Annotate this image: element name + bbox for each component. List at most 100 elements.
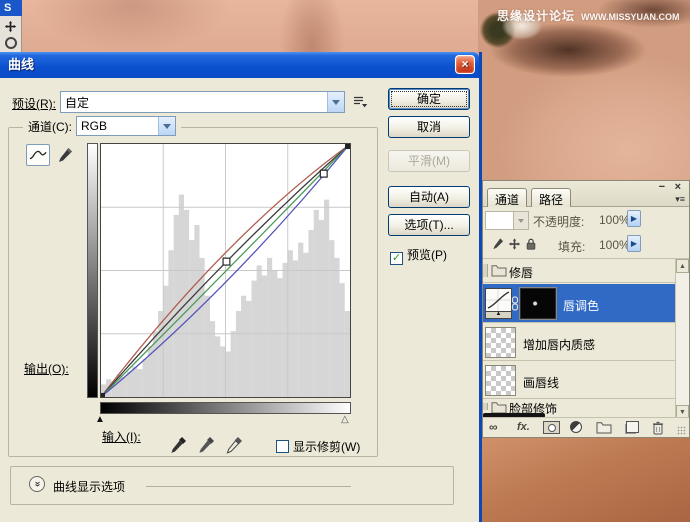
ok-button[interactable]: 确定 (388, 88, 470, 110)
gray-eyedropper-icon[interactable] (198, 436, 215, 456)
layers-scrollbar[interactable]: ▲ ▼ (675, 259, 689, 419)
cancel-button[interactable]: 取消 (388, 116, 470, 138)
fill-arrow-icon[interactable]: ▶ (627, 235, 641, 252)
edit-points-tool-button[interactable] (26, 144, 50, 166)
lock-brush-icon[interactable] (491, 237, 504, 251)
blend-mode-select[interactable] (485, 211, 529, 230)
preset-select[interactable]: 自定 (60, 91, 345, 113)
resize-grip[interactable] (677, 426, 686, 435)
watermark: 思缘设计论坛 WWW.MISSYUAN.COM (497, 7, 687, 24)
new-layer-icon[interactable] (626, 421, 639, 433)
tab-paths[interactable]: 路径 (531, 188, 571, 207)
mask-link-icon[interactable] (511, 296, 519, 311)
show-clipping-label: 显示修剪(W) (293, 440, 360, 454)
channel-legend: 通道(C): RGB (23, 116, 181, 136)
opacity-arrow-icon[interactable]: ▶ (627, 210, 641, 227)
layer-name: 修唇 (509, 264, 533, 281)
preset-label: 预设(R): (12, 95, 56, 112)
visibility-column-stub[interactable] (483, 264, 488, 278)
new-group-icon[interactable] (596, 421, 612, 434)
black-eyedropper-icon[interactable] (170, 436, 187, 456)
chevron-down-icon[interactable] (158, 117, 175, 135)
scroll-up-icon[interactable]: ▲ (676, 259, 689, 273)
preview-checkbox[interactable]: ✓ 预览(P) (390, 246, 447, 265)
visibility-column-stub[interactable] (483, 403, 488, 411)
preview-label: 预览(P) (407, 248, 447, 262)
show-clipping-checkbox-box[interactable] (276, 440, 289, 453)
photo-skin-top (22, 0, 478, 52)
layer-thumbnail-transparent[interactable] (485, 327, 516, 358)
fill-value[interactable]: 100% (599, 238, 630, 252)
lasso-tool-icon[interactable] (5, 37, 17, 49)
curve-grid[interactable] (100, 143, 351, 398)
preset-label-text: 预设(R): (12, 97, 56, 111)
app-logo: S (0, 0, 22, 16)
channel-label: 通道(C): (28, 118, 72, 135)
curves-adjustment-thumbnail[interactable]: ▲ (485, 288, 512, 319)
input-label-text: 输入(I): (102, 430, 141, 444)
new-adjustment-layer-icon[interactable] (570, 421, 582, 433)
photo-skin-bottom (482, 436, 690, 522)
layer-row[interactable]: 增加唇内质感 (483, 324, 675, 361)
chevron-down-icon[interactable] (513, 212, 528, 229)
show-clipping-checkbox[interactable]: 显示修剪(W) (276, 438, 360, 455)
white-point-slider[interactable]: △ (341, 415, 349, 425)
chevron-down-icon[interactable] (327, 92, 344, 112)
opacity-value[interactable]: 100% (599, 213, 630, 227)
layer-thumbnail-transparent[interactable] (485, 365, 516, 396)
close-icon[interactable]: × (455, 55, 475, 74)
link-layers-icon[interactable]: ∞ (489, 421, 498, 434)
toolbox-sliver (0, 16, 22, 52)
curve-plot (101, 144, 350, 397)
preset-options-icon[interactable] (353, 95, 369, 109)
lock-position-icon[interactable] (508, 237, 521, 251)
panel-header: − × 通道 路径 ▾≡ (483, 181, 689, 207)
channel-select[interactable]: RGB (76, 116, 176, 136)
panel-close-icon[interactable]: × (675, 182, 681, 193)
layer-name: 画唇线 (523, 374, 559, 391)
move-tool-icon[interactable] (4, 20, 17, 33)
output-label: 输出(O): (24, 360, 69, 377)
dialog-body: 预设(R): 自定 确定 取消 平滑(M) 自动(A) 选项(T)... ✓ 预览… (0, 78, 479, 522)
layer-list: 修唇 ▲ 唇调色 增加唇内质感 (483, 259, 689, 419)
layer-row-group[interactable]: 脸部修饰 (483, 400, 675, 413)
tab-channels[interactable]: 通道 (487, 188, 527, 207)
white-eyedropper-icon[interactable] (226, 436, 243, 456)
dialog-title: 曲线 (8, 57, 34, 72)
chevron-glyph: » (30, 481, 44, 487)
pencil-tool-icon[interactable] (56, 146, 74, 164)
watermark-site-name: 思缘设计论坛 (497, 7, 575, 24)
input-label: 输入(I): (102, 428, 141, 445)
layer-row[interactable]: 画唇线 (483, 362, 675, 399)
layer-row-group[interactable]: 修唇 (483, 259, 675, 283)
black-point-slider[interactable]: ▲ (95, 415, 105, 425)
preview-checkbox-box[interactable]: ✓ (390, 252, 403, 265)
layer-style-icon[interactable]: fx. (517, 421, 530, 434)
smooth-button: 平滑(M) (388, 150, 470, 172)
add-mask-icon[interactable] (543, 421, 560, 434)
curves-dialog: 曲线 × 预设(R): 自定 确定 取消 平滑(M) 自动(A) 选项(T)..… (0, 52, 482, 522)
preset-value: 自定 (61, 94, 327, 111)
output-label-text: 输出(O): (24, 362, 69, 376)
panel-minimize-icon[interactable]: − (659, 182, 665, 193)
dialog-titlebar[interactable]: 曲线 × (0, 52, 479, 78)
lock-fill-row: 填充: 100% ▶ (483, 233, 689, 259)
lock-all-icon[interactable] (525, 237, 537, 251)
options-button[interactable]: 选项(T)... (388, 214, 470, 236)
input-gradient-bar (100, 402, 351, 414)
expand-chevron-icon[interactable]: » (29, 476, 45, 492)
output-gradient-bar (87, 143, 98, 398)
photo-eye-closeup (478, 0, 690, 182)
layer-mask-thumbnail[interactable] (519, 287, 557, 320)
fill-label: 填充: (558, 238, 585, 255)
layer-name: 增加唇内质感 (523, 336, 595, 353)
channel-value: RGB (77, 119, 158, 133)
layer-row-selected[interactable]: ▲ 唇调色 (483, 284, 675, 323)
layers-panel: − × 通道 路径 ▾≡ 不透明度: 100% ▶ 填充: 100% (482, 180, 690, 438)
panel-menu-icon[interactable]: ▾≡ (675, 194, 685, 205)
opacity-label: 不透明度: (533, 213, 584, 230)
curve-tool-icon (29, 149, 47, 161)
auto-button[interactable]: 自动(A) (388, 186, 470, 208)
delete-layer-icon[interactable] (652, 421, 664, 435)
screenshot-root: 思缘设计论坛 WWW.MISSYUAN.COM S 曲线 × 预设(R): 自定 (0, 0, 690, 522)
